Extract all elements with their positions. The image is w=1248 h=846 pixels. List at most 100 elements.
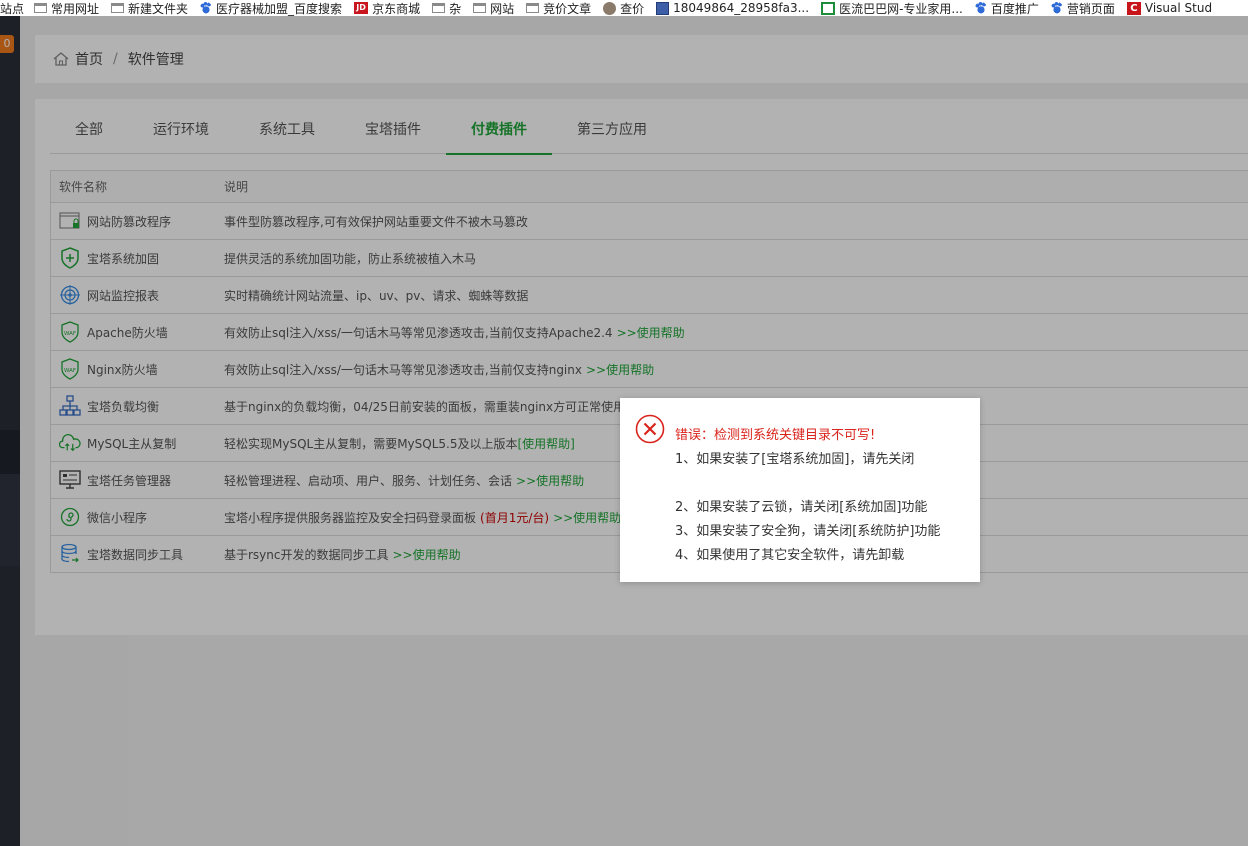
software-name: 微信小程序 [87,510,148,525]
software-desc: 有效防止sql注入/xss/一句话木马等常见渗透攻击,当前仅支持nginx [224,362,582,377]
bookmark-label: 医流巴巴网-专业家用... [839,1,963,16]
bookmark-common-sites[interactable]: 常用网址 [34,0,99,16]
shield-icon [59,247,81,269]
bookmark-jd[interactable]: JD 京东商城 [354,0,420,16]
breadcrumb-current: 软件管理 [127,52,184,68]
baidu-paw-icon [1050,2,1063,14]
software-desc: 基于nginx的负载均衡，04/25日前安装的面板，需重装nginx方可正常使用 [224,399,626,414]
folder-icon [432,3,446,13]
breadcrumb-separator: / [113,51,118,67]
software-desc: 宝塔小程序提供服务器监控及安全扫码登录面板 [224,510,477,525]
bookmark-label: 查价 [620,1,645,16]
bookmark-image[interactable]: 18049864_28958fa3... [656,0,809,16]
waf-icon: WAF [59,358,81,380]
folder-icon [111,3,125,13]
home-icon[interactable] [53,51,69,67]
tab-all[interactable]: 全部 [50,107,128,154]
breadcrumb: 首页 / 软件管理 [35,35,1248,83]
bookmark-baidu-promo[interactable]: 百度推广 [974,0,1039,16]
bookmark-misc[interactable]: 杂 [432,0,461,16]
bookmark-websites[interactable]: 网站 [473,0,514,16]
bookmark-label: 竞价文章 [543,1,592,16]
software-desc: 提供灵活的系统加固功能，防止系统被植入木马 [224,251,477,266]
help-link[interactable]: [使用帮助] [518,435,575,452]
software-desc: 基于rsync开发的数据同步工具 [224,547,389,562]
bookmark-label: 站点 [0,1,25,16]
bookmark-label: Visual Stud [1144,1,1213,15]
house-icon [821,1,836,15]
error-line-3: 3、如果安装了安全狗，请关闭[系统防护]功能 [675,524,941,539]
software-name: 宝塔负载均衡 [87,399,160,414]
bookmark-price[interactable]: 查价 [603,0,644,16]
bookmark-label: 网站 [490,1,515,16]
table-row[interactable]: 网站防篡改程序 事件型防篡改程序,可有效保护网站重要文件不被木马篡改 [51,203,1248,240]
table-header: 软件名称 说明 [51,171,1248,203]
help-link[interactable]: >>使用帮助 [586,361,654,378]
breadcrumb-home[interactable]: 首页 [75,49,103,69]
tab-bt-plugins[interactable]: 宝塔插件 [340,107,446,154]
software-name: Nginx防火墙 [87,362,158,377]
bookmark-new-folder[interactable]: 新建文件夹 [111,0,188,16]
sidebar-active-item[interactable] [0,430,20,474]
bookmark-visual-studio[interactable]: C Visual Stud [1126,0,1213,16]
error-line-4: 4、如果使用了其它安全软件，请先卸载 [675,548,905,563]
software-name: 宝塔系统加固 [87,251,160,266]
help-link[interactable]: >>使用帮助 [617,324,685,341]
software-name: 宝塔任务管理器 [87,473,172,488]
price-label: (首月1元/台) [480,510,550,525]
help-link[interactable]: >>使用帮助 [553,509,621,526]
folder-icon [526,3,540,13]
help-link[interactable]: >>使用帮助 [516,472,584,489]
tab-bar: 全部 运行环境 系统工具 宝塔插件 付费插件 第三方应用 [50,107,1248,155]
cloud-sync-icon [59,432,81,454]
folder-icon [473,3,487,13]
table-row[interactable]: WAF Nginx防火墙 有效防止sql注入/xss/一句话木马等常见渗透攻击,… [51,351,1248,388]
baidu-paw-icon [974,2,987,14]
wechat-mini-icon [59,506,81,528]
bookmark-label: 营销页面 [1066,1,1115,16]
jd-logo-icon: JD [354,2,369,14]
software-name: Apache防火墙 [87,325,168,340]
table-row[interactable]: 网站监控报表 实时精确统计网站流量、ip、uv、pv、请求、蜘蛛等数据 [51,277,1248,314]
tab-runtime[interactable]: 运行环境 [128,107,234,154]
table-row[interactable]: WAF Apache防火墙 有效防止sql注入/xss/一句话木马等常见渗透攻击… [51,314,1248,351]
target-icon [59,284,81,306]
tab-paid-plugins[interactable]: 付费插件 [446,107,552,155]
web-lock-icon [59,210,81,232]
bookmark-label: 新建文件夹 [128,1,189,16]
bookmarks-bar: 站点 常用网址 新建文件夹 医疗器械加盟_百度搜索 JD 京东商城 杂 网站 竞价… [0,0,1248,16]
bookmark-label: 医疗器械加盟_百度搜索 [216,1,343,16]
bookmark-yiliu[interactable]: 医流巴巴网-专业家用... [821,0,963,16]
network-icon [59,395,81,417]
error-title: 错误：检测到系统关键目录不可写! [675,428,876,443]
bookmark-label: 杂 [449,1,462,16]
waf-icon: WAF [59,321,81,343]
help-link[interactable]: >>使用帮助 [393,546,461,563]
tab-third-party[interactable]: 第三方应用 [552,107,672,154]
monitor-icon [59,469,81,491]
header-desc: 说明 [224,180,249,194]
bookmark-label: 常用网址 [51,1,100,16]
notification-badge[interactable]: 0 [0,35,14,53]
software-name: 网站监控报表 [87,288,160,303]
bookmark-marketing[interactable]: 营销页面 [1050,0,1115,16]
bookmark-label: 18049864_28958fa3... [673,1,810,15]
bookmark-medical-search[interactable]: 医疗器械加盟_百度搜索 [200,0,342,16]
software-desc: 轻松管理进程、启动项、用户、服务、计划任务、会话 [224,473,513,488]
svg-text:WAF: WAF [64,368,76,374]
coin-icon [603,1,617,15]
error-dialog: 错误：检测到系统关键目录不可写! 1、如果安装了[宝塔系统加固]，请先关闭 2、… [620,398,980,582]
svg-text:WAF: WAF [64,331,76,337]
table-row[interactable]: 宝塔系统加固 提供灵活的系统加固功能，防止系统被植入木马 [51,240,1248,277]
error-x-icon [635,414,665,444]
software-desc: 实时精确统计网站流量、ip、uv、pv、请求、蜘蛛等数据 [224,288,529,303]
error-line-2: 2、如果安装了云锁，请关闭[系统加固]功能 [675,500,928,515]
folder-icon [34,3,48,13]
error-line-1: 1、如果安装了[宝塔系统加固]，请先关闭 [675,452,915,467]
sidebar-lower-block [0,474,20,566]
bookmark-sites[interactable]: 站点 [0,0,24,16]
software-desc: 事件型防篡改程序,可有效保护网站重要文件不被木马篡改 [224,214,528,229]
bookmark-articles[interactable]: 竞价文章 [526,0,591,16]
software-name: MySQL主从复制 [87,436,177,451]
tab-system-tools[interactable]: 系统工具 [234,107,340,154]
